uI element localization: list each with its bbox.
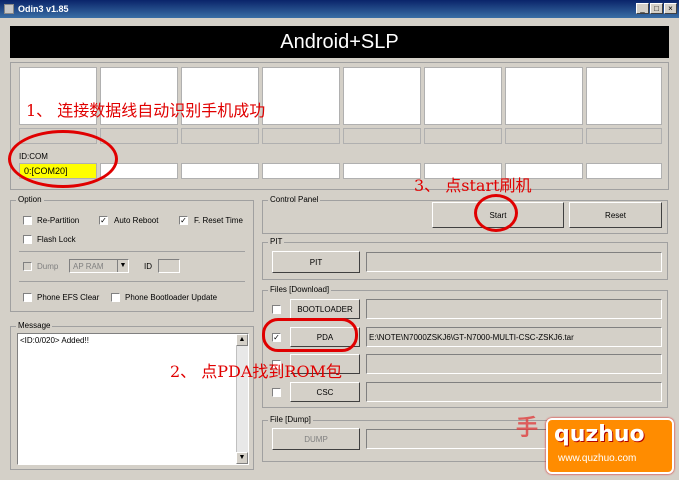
divider — [19, 251, 245, 252]
com-port-5 — [343, 163, 421, 179]
phone-path-field — [366, 354, 662, 374]
f-reset-time-checkbox[interactable]: ✓ — [179, 216, 188, 225]
model-banner: Android+SLP — [10, 26, 669, 58]
bootloader-path-field — [366, 299, 662, 319]
dump-checkbox[interactable] — [23, 262, 32, 271]
port-progress-5 — [343, 128, 421, 144]
bootloader-checkbox[interactable] — [272, 305, 281, 314]
reset-button[interactable]: Reset — [569, 202, 662, 228]
watermark-url: www.quzhuo.com — [558, 453, 637, 464]
dump-button[interactable]: DUMP — [272, 428, 360, 450]
cn-logo-watermark: 手 — [516, 415, 539, 440]
csc-path-field — [366, 382, 662, 402]
pit-path-field — [366, 252, 662, 272]
title-bar: Odin3 v1.85 — [0, 0, 679, 18]
re-partition-checkbox[interactable] — [23, 216, 32, 225]
message-title: Message — [16, 321, 53, 330]
pit-title: PIT — [268, 237, 285, 246]
port-box-7 — [505, 67, 583, 125]
port-progress-7 — [505, 128, 583, 144]
com-highlight-circle — [8, 130, 118, 188]
control-panel-title: Control Panel — [268, 195, 321, 204]
f-reset-time-label: F. Reset Time — [194, 216, 243, 225]
annotation-step3: 3、 点start刷机 — [414, 176, 532, 195]
message-log[interactable]: <ID:0/020> Added!! ▲ ▼ — [17, 333, 249, 465]
option-title: Option — [16, 195, 44, 204]
start-highlight-circle — [474, 194, 518, 232]
id-label: ID — [144, 262, 152, 271]
app-icon — [4, 4, 14, 14]
com-port-3 — [181, 163, 259, 179]
csc-button[interactable]: CSC — [290, 382, 360, 402]
flash-lock-checkbox[interactable] — [23, 235, 32, 244]
port-box-5 — [343, 67, 421, 125]
dump-label: Dump — [37, 262, 59, 271]
phone-bootloader-update-checkbox[interactable] — [111, 293, 120, 302]
auto-reboot-label: Auto Reboot — [114, 216, 159, 225]
com-port-4 — [262, 163, 340, 179]
close-button[interactable]: × — [664, 3, 677, 14]
flash-lock-label: Flash Lock — [37, 235, 76, 244]
port-box-6 — [424, 67, 502, 125]
dump-target-select[interactable]: AP RAM ▼ — [69, 259, 129, 273]
phone-efs-clear-label: Phone EFS Clear — [37, 293, 100, 302]
pda-path-field: E:\NOTE\N7000ZSKJ6\GT-N7000-MULTI-CSC-ZS… — [366, 327, 662, 347]
chevron-down-icon[interactable]: ▼ — [117, 260, 128, 272]
phone-efs-clear-checkbox[interactable] — [23, 293, 32, 302]
port-progress-3 — [181, 128, 259, 144]
port-progress-6 — [424, 128, 502, 144]
file-dump-title: File [Dump] — [268, 415, 313, 424]
phone-bootloader-update-label: Phone Bootloader Update — [125, 293, 218, 302]
port-progress-8 — [586, 128, 662, 144]
minimize-button[interactable]: _ — [636, 3, 649, 14]
port-box-4 — [262, 67, 340, 125]
port-progress-2 — [100, 128, 178, 144]
files-download-title: Files [Download] — [268, 285, 332, 294]
com-port-8 — [586, 163, 662, 179]
message-group: Message <ID:0/020> Added!! ▲ ▼ — [10, 321, 254, 470]
message-scrollbar[interactable]: ▲ ▼ — [236, 334, 248, 464]
maximize-button[interactable]: □ — [650, 3, 663, 14]
port-progress-4 — [262, 128, 340, 144]
pda-highlight-circle — [262, 318, 358, 352]
dump-target-value: AP RAM — [73, 262, 104, 271]
port-box-8 — [586, 67, 662, 125]
annotation-step2: 2、 点PDA找到ROM包 — [170, 362, 342, 381]
scroll-down-icon[interactable]: ▼ — [236, 452, 248, 464]
message-text: <ID:0/020> Added!! — [20, 336, 89, 345]
bootloader-button[interactable]: BOOTLOADER — [290, 299, 360, 319]
id-input[interactable] — [158, 259, 180, 273]
csc-checkbox[interactable] — [272, 388, 281, 397]
option-group: Option Re-Partition ✓ Auto Reboot ✓ F. R… — [10, 195, 254, 312]
scroll-up-icon[interactable]: ▲ — [236, 334, 248, 346]
pit-button[interactable]: PIT — [272, 251, 360, 273]
re-partition-label: Re-Partition — [37, 216, 80, 225]
divider — [19, 281, 245, 282]
quzhuo-watermark: quzhuo www.quzhuo.com — [546, 418, 674, 474]
watermark-logo: quzhuo — [554, 422, 645, 447]
auto-reboot-checkbox[interactable]: ✓ — [99, 216, 108, 225]
annotation-step1: 1、 连接数据线自动识别手机成功 — [26, 101, 266, 120]
window-title: Odin3 v1.85 — [18, 4, 69, 14]
